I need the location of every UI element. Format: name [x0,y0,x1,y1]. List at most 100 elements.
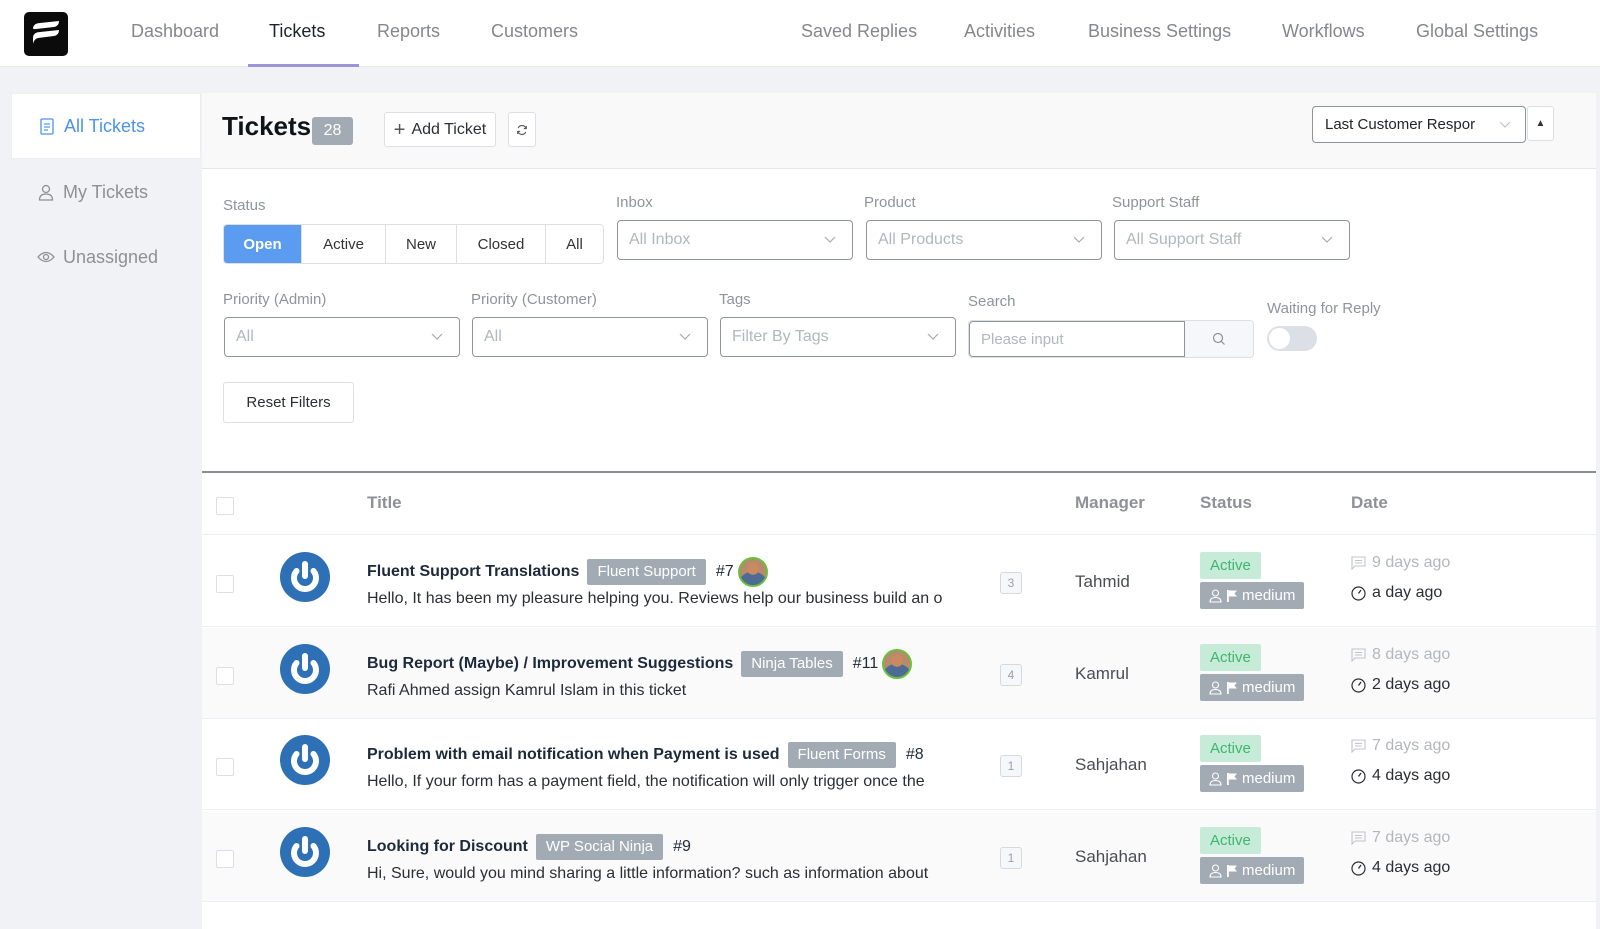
search-input[interactable] [969,321,1185,357]
status-option-open[interactable]: Open [224,225,302,263]
caret-up-icon: ▲ [1535,118,1546,129]
product-select[interactable]: All Products [866,220,1102,260]
nav-reports[interactable]: Reports [377,0,440,67]
nav-customers[interactable]: Customers [491,0,578,67]
page-title: Tickets [222,111,312,141]
ticket-excerpt: Rafi Ahmed assign Kamrul Islam in this t… [367,682,687,699]
add-ticket-button[interactable]: + Add Ticket [384,112,496,147]
waiting-for-reply-toggle[interactable] [1267,326,1317,351]
table-row[interactable]: Fluent Support Translations Fluent Suppo… [202,536,1596,627]
sidebar-item-my-tickets[interactable]: My Tickets [11,159,201,225]
ticket-title-line: Bug Report (Maybe) / Improvement Suggest… [367,648,913,680]
product-select-placeholder: All Products [878,231,964,248]
created-date: 9 days ago [1351,554,1450,572]
support-staff-select[interactable]: All Support Staff [1114,220,1350,260]
ticket-title-line: Looking for Discount WP Social Ninja #9 [367,831,691,863]
flag-icon [1227,772,1237,785]
last-response-date: 2 days ago [1351,676,1450,694]
manager-name: Sahjahan [1075,755,1147,774]
nav-activities[interactable]: Activities [964,0,1035,67]
status-filter-group: Open Active New Closed All [223,224,604,264]
chevron-down-icon [1499,107,1511,142]
row-checkbox[interactable] [216,667,234,685]
ticket-count-badge: 28 [312,117,353,145]
priority-admin-placeholder: All [236,328,254,345]
inbox-select[interactable]: All Inbox [617,220,853,260]
status-option-new[interactable]: New [386,225,457,263]
clock-icon [1351,860,1366,876]
ticket-title[interactable]: Bug Report (Maybe) / Improvement Suggest… [367,655,733,673]
row-checkbox[interactable] [216,850,234,868]
created-date-text: 7 days ago [1372,829,1451,846]
user-icon [1209,771,1222,786]
power-ticket-icon [280,644,330,694]
toggle-knob [1269,328,1290,349]
priority-admin-select[interactable]: All [224,317,460,357]
column-title[interactable]: Title [367,493,402,513]
nav-workflows[interactable]: Workflows [1282,0,1365,67]
created-date: 8 days ago [1351,646,1450,664]
tags-select-placeholder: Filter By Tags [732,328,829,345]
table-row[interactable]: Bug Report (Maybe) / Improvement Suggest… [202,628,1596,719]
top-navigation: Dashboard Tickets Reports Customers Save… [0,0,1600,67]
column-date[interactable]: Date [1351,493,1388,513]
created-date-text: 9 days ago [1372,554,1451,571]
priority-badge: medium [1200,857,1305,884]
ticket-title[interactable]: Fluent Support Translations [367,563,579,581]
row-checkbox[interactable] [216,758,234,776]
ticket-title[interactable]: Looking for Discount [367,838,528,856]
ticket-number: #8 [905,746,924,763]
table-row[interactable]: Looking for Discount WP Social Ninja #9 … [202,811,1596,902]
clock-icon [1351,677,1366,693]
nav-business-settings[interactable]: Business Settings [1088,0,1231,67]
priority-admin-filter-label: Priority (Admin) [223,291,327,308]
table-row[interactable]: Problem with email notification when Pay… [202,719,1596,810]
tags-filter-label: Tags [719,291,751,308]
plus-icon: + [393,118,406,141]
clock-icon [1351,768,1366,784]
support-staff-filter-label: Support Staff [1112,194,1200,211]
inbox-filter-label: Inbox [616,194,653,211]
sidebar-item-label: My Tickets [63,181,149,202]
product-tag: Fluent Forms [787,742,896,768]
app-logo[interactable] [24,12,68,56]
sidebar-item-all-tickets[interactable]: All Tickets [11,93,201,159]
document-icon [36,117,58,135]
nav-dashboard[interactable]: Dashboard [131,0,219,67]
priority-customer-select[interactable]: All [472,317,708,357]
row-checkbox[interactable] [216,575,234,593]
priority-customer-placeholder: All [484,328,502,345]
nav-saved-replies[interactable]: Saved Replies [801,0,917,67]
sort-by-select[interactable]: Last Customer Respor [1312,106,1526,143]
refresh-button[interactable] [508,112,536,147]
search-icon [1212,332,1225,345]
sidebar-item-unassigned[interactable]: Unassigned [11,224,201,290]
chevron-down-icon [927,318,939,356]
power-ticket-icon [280,735,330,785]
column-manager[interactable]: Manager [1075,493,1145,513]
status-option-all[interactable]: All [546,225,603,263]
created-date: 7 days ago [1351,829,1450,847]
user-icon [35,184,57,201]
status-option-closed[interactable]: Closed [457,225,546,263]
search-button[interactable] [1185,321,1253,357]
manager-name: Kamrul [1075,664,1129,683]
ticket-title[interactable]: Problem with email notification when Pay… [367,746,780,764]
product-tag: Ninja Tables [741,651,843,677]
chevron-down-icon [431,318,443,356]
tags-select[interactable]: Filter By Tags [720,317,956,357]
support-staff-select-placeholder: All Support Staff [1126,231,1242,248]
power-ticket-icon [280,827,330,877]
eye-icon [35,251,57,263]
column-status[interactable]: Status [1200,493,1252,513]
ticket-number: #9 [673,838,691,855]
last-response-text: a day ago [1372,584,1443,601]
product-tag: Fluent Support [587,559,706,585]
sort-direction-button[interactable]: ▲ [1527,106,1554,141]
reset-filters-button[interactable]: Reset Filters [223,382,354,423]
nav-tickets[interactable]: Tickets [269,0,325,67]
nav-global-settings[interactable]: Global Settings [1416,0,1538,67]
product-filter-label: Product [864,194,916,211]
select-all-checkbox[interactable] [216,497,234,515]
status-option-active[interactable]: Active [302,225,386,263]
